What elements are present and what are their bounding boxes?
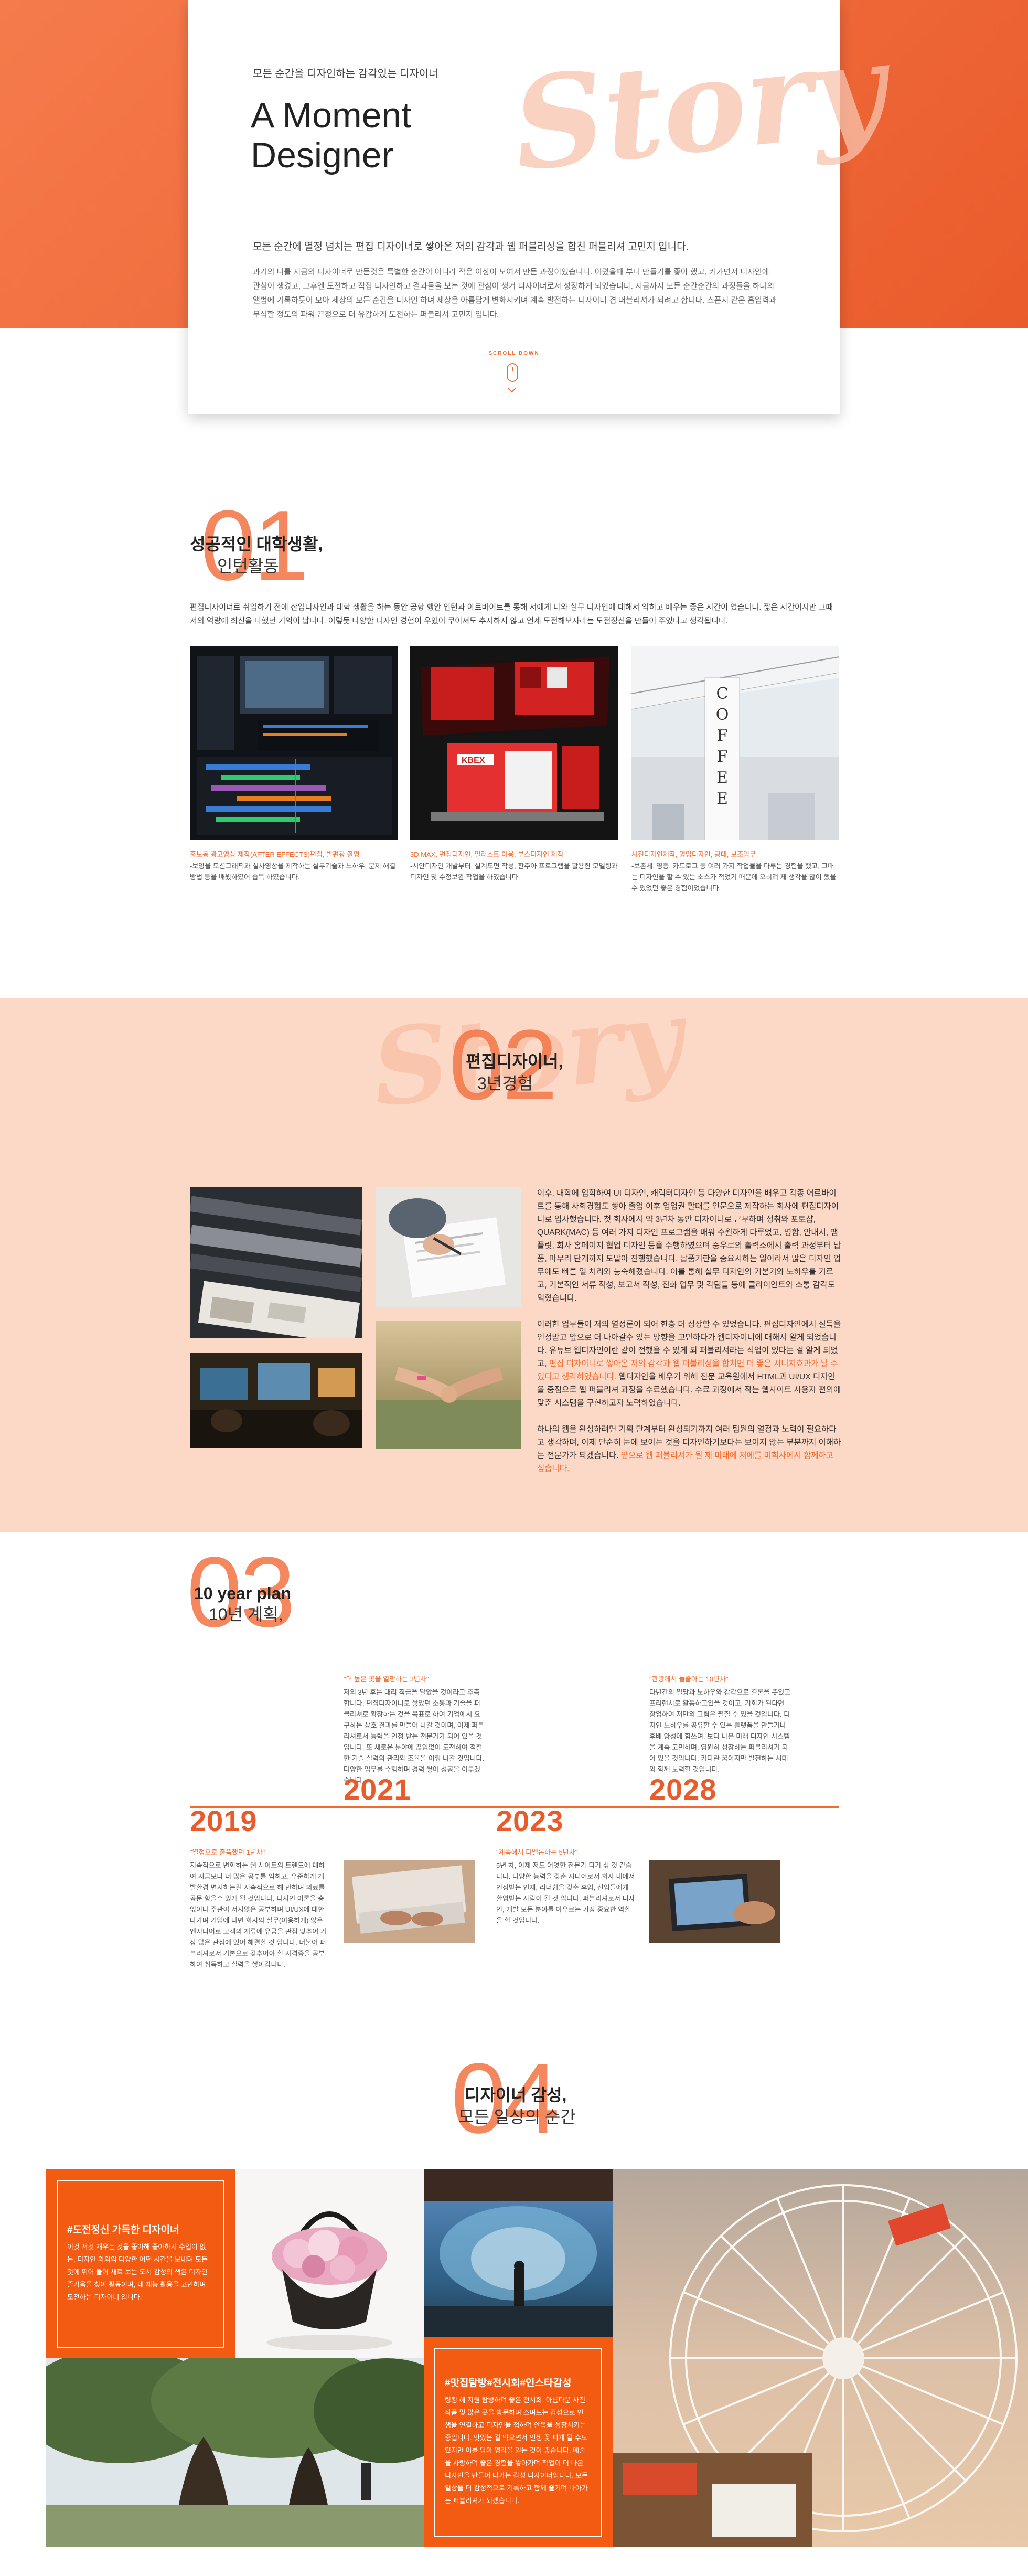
laptop-typing-photo <box>344 1860 475 1943</box>
hero-kicker: 모든 순간을 디자인하는 감각있는 디자이너 <box>253 68 438 80</box>
body-paragraph: 이후, 대학에 입학하여 UI 디자인, 캐릭터디자인 등 다양한 디자인을 배… <box>537 1189 841 1303</box>
section-title: 디자이너 감성, <box>465 2085 567 2104</box>
printing-press-photo <box>190 1187 362 1338</box>
mouse-icon[interactable] <box>507 363 518 382</box>
section-title: 성공적인 대학생활, <box>190 535 323 553</box>
svg-text:O: O <box>716 706 729 724</box>
plan-quote: "관광에서 놀줄아는 10년차" <box>649 1675 729 1683</box>
tablet-work-photo <box>649 1860 780 1943</box>
body-paragraph: 이러한 업무들이 저의 열정론이 되어 한층 더 성장할 수 있었습니다. 편집… <box>537 1318 841 1410</box>
hashtag-card: #도전정신 가득한 디자이너 이것 저것 재우는 것을 좋아해 좋아하지 수업이… <box>46 2169 235 2358</box>
svg-text:E: E <box>716 790 728 808</box>
section-title: 편집디자이너, <box>466 1052 563 1071</box>
office-screens-photo <box>190 1353 362 1448</box>
year-label: 2019 <box>190 1804 258 1837</box>
scroll-down-label[interactable]: SCROLL DOWN <box>188 350 840 356</box>
caption-body: -보양을 모션그래픽과 실사영상을 제작하는 실무기술과 노하우, 문제 해결방… <box>190 862 396 881</box>
coffee-sign-photo: C O F F E E <box>631 646 839 840</box>
section-subtitle: 인턴활동 <box>217 557 279 576</box>
plan-quote: "열정으로 출품했던 1년차" <box>190 1848 265 1856</box>
booth-design-photo: KBEX <box>410 646 618 840</box>
coffee-letter: C <box>716 685 729 703</box>
svg-text:E: E <box>716 769 728 787</box>
video-editing-photo <box>190 646 398 840</box>
section-title: 10 year plan <box>194 1584 291 1603</box>
writing-hand-photo <box>376 1187 521 1307</box>
body-paragraph: 하나의 웹을 완성하려면 기획 단계부터 완성되기까지 여러 팀원의 열정과 노… <box>537 1423 841 1475</box>
year-label: 2028 <box>649 1773 717 1806</box>
caption-body: -보존세, 영중, 카드로그 등 여러 가지 작업물을 다루는 경험을 했고, … <box>631 862 837 892</box>
flower-basket-photo <box>235 2169 424 2358</box>
park-trees-photo <box>46 2358 424 2547</box>
ferris-wheel-photo <box>613 2169 1028 2547</box>
year-label: 2021 <box>344 1773 411 1806</box>
section-intro: 편집디자이너로 취업하기 전에 산업디자인과 대학 생활을 하는 동안 공항 행… <box>190 603 833 625</box>
caption-title: 3D MAX, 편집디자인, 일러스트 이용, 부스디자인 제작 <box>410 850 564 858</box>
section-subtitle: 모든 일상의 순간 <box>458 2107 576 2126</box>
svg-text:KBEX: KBEX <box>462 756 485 765</box>
caption-title: 홍보동 광고영상 제작(AFTER EFFECTS)편집, 발편광 촬영 <box>190 850 360 858</box>
plan-body: 저의 3년 후는 대리 직급을 달았을 것이라고 추측합니다. 편집디자이너로 … <box>344 1688 485 1784</box>
hero-title-line2: Designer <box>251 135 394 175</box>
year-label: 2023 <box>496 1804 564 1837</box>
hero-lead: 모든 순간에 열정 넘치는 편집 디자이너로 쌓아온 저의 감각과 웹 퍼블리싱… <box>253 241 689 252</box>
hero-card: Story 모든 순간을 디자인하는 감각있는 디자이너 A Moment De… <box>188 0 892 414</box>
plan-body: 지속적으로 변화하는 웹 사이트의 트렌드에 대하여 지금보다 더 많은 공부를… <box>190 1861 327 1968</box>
plan-body: 5년 차, 이제 저도 어엿한 전문가 되기 싶 것 같습니다. 다양한 능력을… <box>496 1861 635 1924</box>
section-subtitle: 3년경험 <box>477 1074 533 1093</box>
hero-section: Story 모든 순간을 디자인하는 감각있는 디자이너 A Moment De… <box>0 0 1028 425</box>
section-subtitle: 10년 계획, <box>209 1605 283 1624</box>
section-body: 이후, 대학에 입학하여 UI 디자인, 캐릭터디자인 등 다양한 디자인을 배… <box>537 1187 841 1488</box>
hero-story-watermark: Story <box>506 13 892 200</box>
hero-title: A Moment Designer <box>251 95 411 175</box>
hero-body: 과거의 나를 지금의 디자이너로 만든것은 특별한 순간이 아니라 작은 이상이… <box>253 268 777 319</box>
hero-title-line1: A Moment <box>251 95 412 135</box>
svg-text:F: F <box>717 727 728 745</box>
hashtag-card: #맛집탐방#전시회#인스타감성 링킹 해 지원 탐방하며 좋은 전시회, 아름다… <box>424 2337 613 2547</box>
svg-text:F: F <box>717 748 728 766</box>
hashtag-card-body: 링킹 해 지원 탐방하며 좋은 전시회, 아름다운 사진 작품 및 많은 곳을 … <box>445 2396 588 2505</box>
holding-hands-photo <box>376 1321 521 1449</box>
plan-quote: "계속해서 디벨롭하는 5년차" <box>496 1848 578 1856</box>
hashtag-card-title: #맛집탐방#전시회#인스타감성 <box>445 2378 572 2389</box>
hashtag-card-title: #도전정신 가득한 디자이너 <box>67 2224 179 2236</box>
timeline-line <box>190 1806 839 1808</box>
caption-body: -시안디자인 개발부터, 설계도면 작성, 판주아 프로그램을 활용한 모델링과… <box>410 862 618 881</box>
chevron-down-icon[interactable] <box>507 384 517 393</box>
plan-quote: "더 높은 곳을 열망하는 3년차" <box>344 1675 429 1683</box>
hashtag-card-body: 이것 저것 재우는 것을 좋아해 좋아하지 수업이 없는, 디자인 의외의 다양… <box>67 2243 208 2301</box>
forest-photo <box>424 2169 613 2356</box>
caption-title: 사진디자인제작, 영업디자인, 광대, 보조업무 <box>631 850 756 858</box>
plan-body: 다년간의 밀망과 노하우와 감각으로 결론을 뜻있고 프리랜서로 활동하고있을 … <box>649 1688 791 1773</box>
